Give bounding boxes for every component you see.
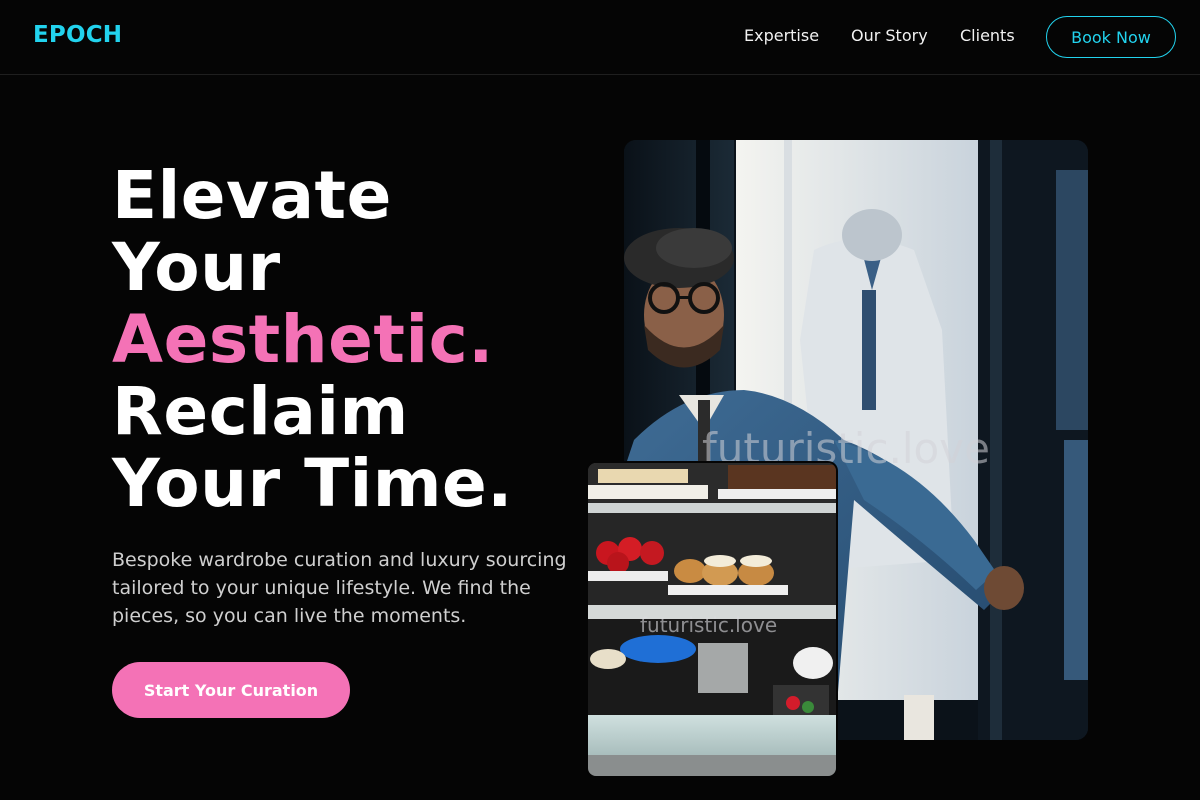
hero-title-line: Your Time.: [112, 445, 513, 522]
hero-title-accent: Aesthetic.: [112, 301, 494, 378]
start-curation-button[interactable]: Start Your Curation: [112, 662, 350, 718]
site-header: EPOCH Expertise Our Story Clients Book N…: [0, 0, 1200, 75]
hero-photo-pastry: [588, 463, 836, 776]
hero-title-line: Elevate: [112, 157, 392, 234]
nav-link-clients[interactable]: Clients: [960, 26, 1015, 45]
hero-title-line: Your: [112, 229, 281, 306]
hero-subtitle: Bespoke wardrobe curation and luxury sou…: [112, 549, 567, 627]
nav-link-expertise[interactable]: Expertise: [744, 26, 819, 45]
nav-link-our-story[interactable]: Our Story: [851, 26, 928, 45]
hero-title: Elevate Your Aesthetic. Reclaim Your Tim…: [112, 160, 592, 520]
hero-title-line: Reclaim: [112, 373, 409, 450]
book-now-button[interactable]: Book Now: [1046, 16, 1176, 58]
pastry-photo-illustration: [588, 463, 836, 776]
main-nav: Expertise Our Story Clients: [0, 26, 1200, 50]
pastries: [668, 555, 788, 595]
